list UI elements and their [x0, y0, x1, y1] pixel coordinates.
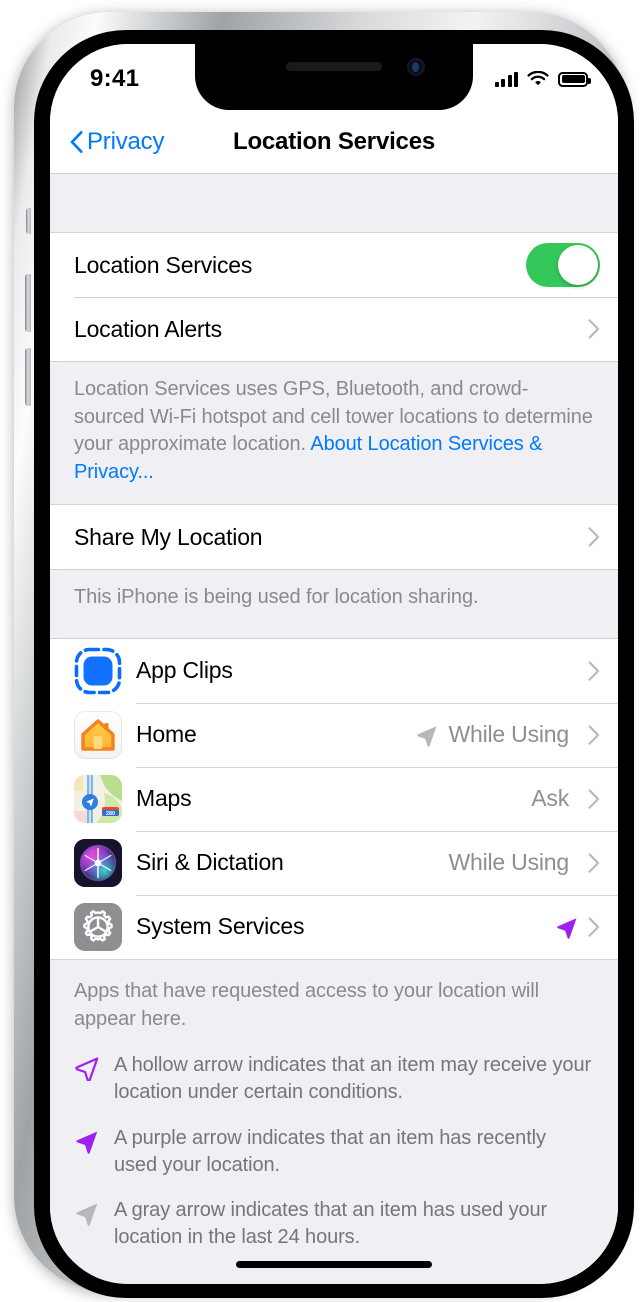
settings-scroll-view[interactable]: Location Services Location Alerts Locati…	[50, 174, 618, 1284]
row-accessory: While Using	[448, 849, 600, 876]
app-clips-icon	[74, 647, 122, 695]
row-label: Siri & Dictation	[136, 849, 284, 876]
siri-app-icon	[74, 838, 122, 887]
status-icons	[494, 71, 591, 87]
row-accessory	[588, 661, 600, 681]
wifi-icon	[527, 71, 549, 86]
earpiece-speaker	[286, 62, 382, 71]
device-frame: 9:41 Privacy Location Services Location …	[14, 12, 634, 1298]
row-label: App Clips	[136, 657, 233, 684]
row-location-services[interactable]: Location Services	[50, 233, 618, 297]
row-system-services[interactable]: System Services	[50, 894, 618, 959]
chevron-right-icon	[588, 789, 600, 809]
filled-gray-arrow-icon	[76, 1203, 98, 1226]
top-spacer	[50, 174, 618, 232]
chevron-right-icon	[588, 725, 600, 745]
status-time: 9:41	[90, 65, 140, 92]
filled-purple-arrow-icon	[76, 1130, 98, 1154]
page-title: Location Services	[232, 127, 436, 155]
location-services-toggle[interactable]	[526, 243, 600, 287]
row-value: While Using	[448, 721, 569, 748]
apps-group-footer: Apps that have requested access to your …	[50, 959, 618, 1040]
arrow-legend-list: A hollow arrow indicates that an item ma…	[50, 1039, 618, 1261]
location-services-group: Location Services Location Alerts	[50, 232, 618, 362]
volume-down-button[interactable]	[25, 348, 31, 406]
location-services-footer: Location Services uses GPS, Bluetooth, a…	[50, 362, 618, 505]
row-label: Maps	[136, 785, 192, 812]
cellular-bars-icon	[494, 71, 518, 87]
row-label: Location Services	[74, 251, 253, 278]
chevron-right-icon	[588, 319, 600, 339]
home-app-icon	[74, 710, 122, 759]
toggle-knob	[558, 245, 598, 285]
nav-bar: Privacy Location Services	[50, 110, 618, 174]
svg-text:280: 280	[106, 811, 115, 817]
row-accessory: While Using	[415, 721, 600, 748]
chevron-right-icon	[588, 661, 600, 681]
silent-switch[interactable]	[26, 208, 31, 234]
filled-purple-arrow-icon	[557, 918, 577, 939]
chevron-left-icon	[70, 130, 83, 153]
hollow-purple-arrow-icon	[75, 1057, 99, 1082]
legend-text: A purple arrow indicates that an item ha…	[114, 1126, 546, 1176]
row-label: System Services	[136, 913, 305, 940]
back-button-label: Privacy	[87, 127, 165, 155]
row-siri-and-dictation[interactable]: Siri & Dictation While Using	[50, 830, 618, 895]
phone-screen: 9:41 Privacy Location Services Location …	[50, 44, 618, 1284]
chevron-right-icon	[588, 853, 600, 873]
notch	[195, 44, 473, 110]
maps-app-icon: 280	[74, 774, 122, 823]
row-app-clips[interactable]: App Clips	[50, 638, 618, 703]
volume-up-button[interactable]	[25, 274, 31, 332]
home-indicator[interactable]	[236, 1261, 432, 1268]
legend-item: A purple arrow indicates that an item ha…	[74, 1116, 594, 1188]
battery-full-icon	[558, 71, 591, 87]
row-accessory	[555, 915, 600, 939]
legend-item: A hollow arrow indicates that an item ma…	[74, 1043, 594, 1115]
row-share-my-location[interactable]: Share My Location	[50, 505, 618, 570]
legend-text: A gray arrow indicates that an item has …	[114, 1198, 548, 1249]
legend-item: A gray arrow indicates that an item has …	[74, 1188, 594, 1260]
share-location-footer: This iPhone is being used for location s…	[50, 570, 618, 638]
apps-group: App Clips Home While Using 280 Maps Ask …	[50, 637, 618, 960]
row-accessory: Ask	[531, 785, 600, 812]
row-label: Share My Location	[74, 523, 263, 550]
row-value: Ask	[531, 785, 569, 812]
row-label: Home	[136, 721, 197, 748]
chevron-right-icon	[588, 527, 600, 548]
chevron-right-icon	[588, 917, 600, 937]
filled-gray-arrow-icon	[417, 726, 437, 747]
row-maps[interactable]: 280 Maps Ask	[50, 766, 618, 831]
row-location-alerts[interactable]: Location Alerts	[50, 297, 618, 361]
legend-text: A hollow arrow indicates that an item ma…	[114, 1054, 592, 1104]
row-label: Location Alerts	[74, 315, 222, 342]
system-services-icon	[74, 902, 122, 951]
share-location-group: Share My Location	[50, 504, 618, 571]
front-camera-icon	[407, 58, 425, 76]
back-button-privacy[interactable]: Privacy	[70, 128, 164, 156]
row-home[interactable]: Home While Using	[50, 702, 618, 767]
row-value: While Using	[448, 849, 569, 876]
